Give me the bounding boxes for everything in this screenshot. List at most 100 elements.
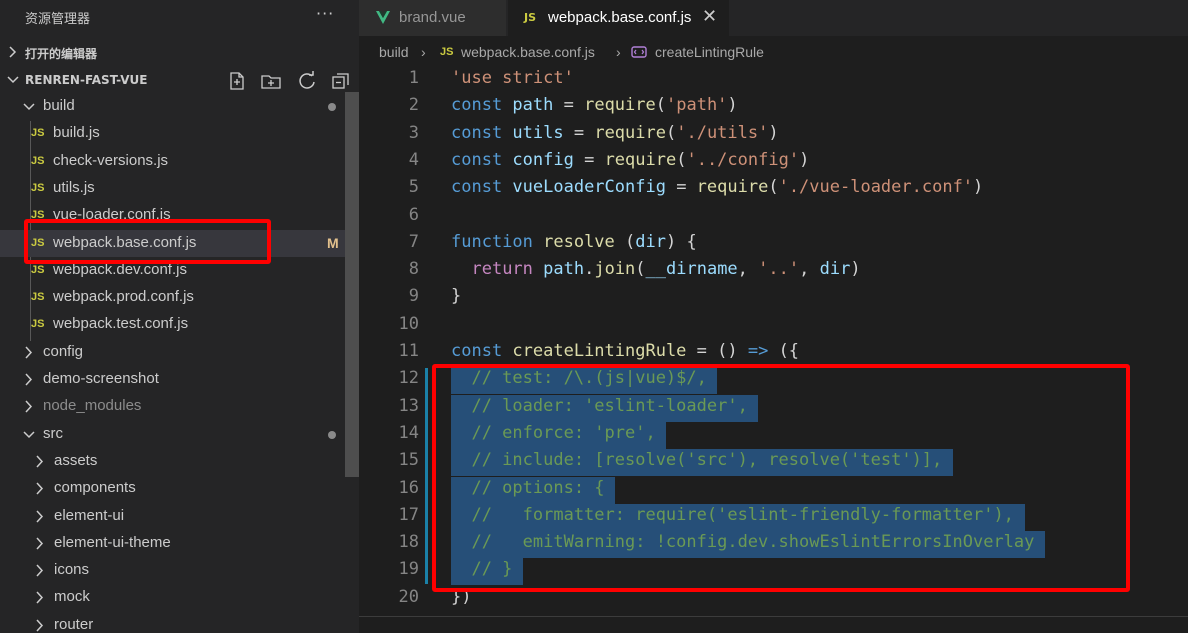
symbol-method-icon xyxy=(631,46,647,58)
code-token: 'use strict' xyxy=(451,68,574,88)
tree-file[interactable]: JS check-versions.js xyxy=(0,148,345,175)
code-token: ) xyxy=(727,95,738,116)
line-number: 6 xyxy=(408,204,419,225)
tab-brand-vue[interactable]: brand.vue xyxy=(359,0,506,36)
tree-folder[interactable]: demo-screenshot xyxy=(0,366,345,393)
code-token: require xyxy=(584,95,656,116)
close-tab-icon[interactable]: ✕ xyxy=(702,6,717,27)
more-actions-icon[interactable]: ··· xyxy=(316,4,334,23)
open-editors-section[interactable]: 打开的编辑器 xyxy=(0,39,359,66)
tree-file[interactable]: JS build.js xyxy=(0,120,345,147)
code-token: vueLoaderConfig xyxy=(512,177,666,198)
chevron-right-icon xyxy=(9,46,17,58)
code-token: } xyxy=(451,286,462,307)
tree-item-label: check-versions.js xyxy=(53,151,169,169)
code-token: . xyxy=(584,259,595,280)
breadcrumb-separator: › xyxy=(421,44,426,60)
highlight-box-file xyxy=(24,219,271,264)
code-token: , xyxy=(737,259,759,280)
code-line: return path.join(__dirname, '..', dir) xyxy=(451,259,861,280)
tree-folder[interactable]: element-ui-theme xyxy=(0,530,345,557)
project-label: RENREN-FAST-VUE xyxy=(25,73,148,87)
code-token: join xyxy=(594,259,636,280)
code-token: ( xyxy=(635,259,646,280)
editor-tab-bar: brand.vue JS webpack.base.conf.js ✕ xyxy=(359,0,1188,36)
tree-folder[interactable]: element-ui xyxy=(0,503,345,530)
explorer-title: 资源管理器 xyxy=(25,12,91,27)
tree-item-label: demo-screenshot xyxy=(43,370,159,387)
chevron-right-icon xyxy=(25,373,33,386)
code-token: require xyxy=(696,177,769,198)
tree-folder[interactable]: mock xyxy=(0,584,345,611)
code-token: => xyxy=(747,341,769,361)
code-token: const xyxy=(451,122,513,143)
code-token: ) { xyxy=(665,231,697,252)
tree-item-label: element-ui xyxy=(54,506,125,524)
chevron-down-icon xyxy=(23,431,35,438)
tree-folder[interactable]: assets xyxy=(0,448,345,475)
line-number: 14 xyxy=(398,422,419,443)
js-icon: JS xyxy=(524,11,537,24)
tree-folder[interactable]: config xyxy=(0,339,345,366)
tree-file[interactable]: JS utils.js xyxy=(0,175,345,202)
tree-item-label: webpack.test.conf.js xyxy=(53,315,189,333)
tree-folder[interactable]: src xyxy=(0,421,345,448)
tree-item-label: webpack.prod.conf.js xyxy=(53,288,194,306)
code-line: const config = require('../config') xyxy=(451,150,809,170)
js-icon: JS xyxy=(31,181,45,194)
code-token: path xyxy=(543,259,585,280)
panel-divider xyxy=(359,616,1188,633)
tree-folder[interactable]: icons xyxy=(0,557,345,584)
tree-item-label: config xyxy=(43,342,84,360)
new-folder-icon[interactable] xyxy=(260,70,282,92)
breadcrumb-folder[interactable]: build xyxy=(379,44,409,60)
code-token: dir xyxy=(635,231,666,252)
line-number: 2 xyxy=(408,95,419,116)
new-file-icon[interactable] xyxy=(226,70,248,92)
tree-item-label: icons xyxy=(54,561,90,579)
breadcrumb-symbol[interactable]: createLintingRule xyxy=(655,44,764,60)
code-token: config xyxy=(512,149,574,170)
line-number: 8 xyxy=(408,259,419,280)
tab-webpack-base-conf[interactable]: JS webpack.base.conf.js ✕ xyxy=(508,0,729,36)
js-icon: JS xyxy=(31,318,45,331)
code-token: = xyxy=(665,177,697,198)
code-token: = xyxy=(553,95,585,116)
refresh-icon[interactable] xyxy=(296,70,318,92)
chevron-right-icon xyxy=(36,591,44,604)
highlight-box-code xyxy=(432,364,1130,592)
code-token: ( xyxy=(614,231,636,252)
code-line: 'use strict' xyxy=(451,68,574,88)
tree-item-label: build xyxy=(43,97,75,114)
code-token: ) xyxy=(850,259,861,280)
chevron-down-icon xyxy=(7,76,19,84)
tree-folder[interactable]: components xyxy=(0,475,345,502)
code-token: path xyxy=(512,95,554,116)
code-token: ( xyxy=(676,149,687,170)
chevron-right-icon xyxy=(25,400,33,413)
js-icon: JS xyxy=(31,154,45,167)
tree-item-label: element-ui-theme xyxy=(54,533,171,551)
breadcrumb: build › JS webpack.base.conf.js › create… xyxy=(359,36,1188,66)
chevron-right-icon xyxy=(36,537,44,550)
tree-file[interactable]: JS webpack.prod.conf.js xyxy=(0,284,345,311)
chevron-right-icon xyxy=(25,346,33,359)
line-number: 5 xyxy=(408,177,419,198)
code-token: resolve xyxy=(543,231,615,252)
tree-folder[interactable]: router xyxy=(0,612,345,633)
code-token: 'path' xyxy=(666,95,728,116)
code-token: , xyxy=(799,259,820,280)
tree-folder[interactable]: build xyxy=(0,93,345,120)
sidebar-scrollbar[interactable] xyxy=(345,92,359,477)
tree-folder[interactable]: node_modules xyxy=(0,393,345,420)
code-token: const xyxy=(451,341,513,361)
code-line: function resolve (dir) { xyxy=(451,232,697,252)
open-editors-label: 打开的编辑器 xyxy=(25,47,98,61)
collapse-all-icon[interactable] xyxy=(330,70,352,92)
code-token: require xyxy=(594,122,666,143)
code-token: ( xyxy=(655,95,666,116)
tree-file[interactable]: JS webpack.test.conf.js xyxy=(0,311,345,338)
breadcrumb-file[interactable]: webpack.base.conf.js xyxy=(461,44,595,60)
project-section[interactable]: RENREN-FAST-VUE xyxy=(0,67,359,94)
